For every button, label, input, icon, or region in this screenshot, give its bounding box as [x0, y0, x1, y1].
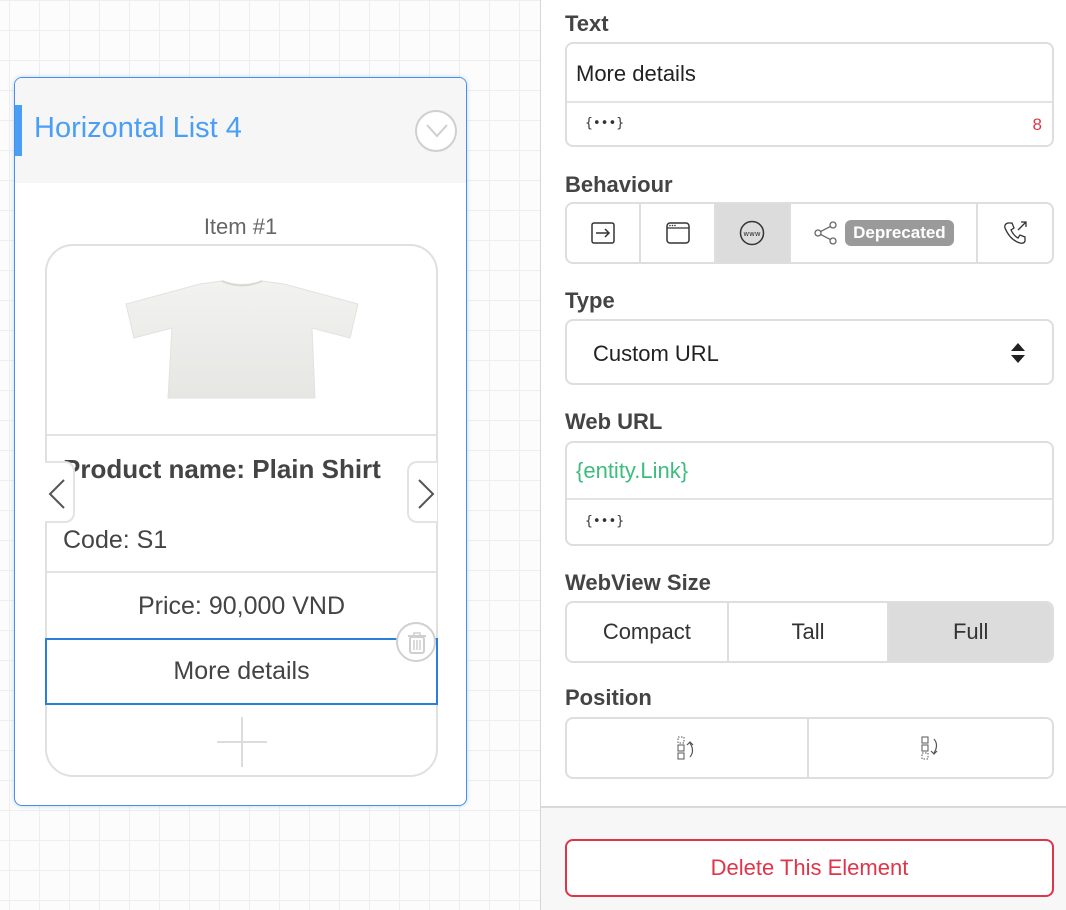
webview-size-label: WebView Size [565, 570, 711, 595]
type-label: Type [565, 288, 615, 313]
card-header: Horizontal List 4 [15, 78, 466, 183]
window-behaviour-button[interactable] [641, 204, 716, 262]
size-option-compact[interactable]: Compact [567, 603, 729, 661]
position-selector [565, 717, 1054, 779]
phone-behaviour-button[interactable] [978, 204, 1052, 262]
web-url-label: Web URL [565, 409, 663, 434]
text-field[interactable]: More details {•••} 8 [565, 42, 1054, 147]
type-selected-value: Custom URL [593, 341, 719, 366]
window-icon [665, 222, 690, 244]
divider [47, 434, 436, 436]
move-down-button[interactable] [809, 719, 1052, 777]
delete-element-button[interactable]: Delete This Element [565, 839, 1054, 897]
web-behaviour-button[interactable]: www [715, 204, 792, 262]
plus-icon [217, 717, 267, 767]
web-url-field[interactable]: {entity.Link} {•••} [565, 441, 1054, 546]
panel-footer: Delete This Element [541, 808, 1066, 910]
text-label: Text [565, 11, 609, 36]
product-image[interactable] [47, 246, 436, 436]
share-behaviour-button[interactable]: Deprecated [791, 204, 978, 262]
properties-panel: Text More details {•••} 8 Behaviour www … [541, 0, 1066, 910]
select-arrows-icon [1011, 343, 1025, 363]
chevron-down-icon [426, 124, 448, 138]
svg-text:www: www [744, 230, 761, 238]
shirt-image [125, 280, 359, 399]
character-counter: 8 [1032, 115, 1042, 134]
size-option-tall[interactable]: Tall [729, 603, 890, 661]
delete-button-button[interactable] [396, 622, 436, 662]
horizontal-list-card[interactable]: Horizontal List 4 Item #1 Product name: … [14, 77, 467, 806]
behaviour-label: Behaviour [565, 172, 673, 197]
block-behaviour-button[interactable] [567, 204, 642, 262]
position-label: Position [565, 685, 652, 710]
more-details-button[interactable]: More details [45, 638, 438, 705]
card-title[interactable]: Horizontal List 4 [34, 112, 242, 145]
size-option-full[interactable]: Full [889, 603, 1052, 661]
move-down-icon [921, 736, 937, 760]
previous-item-button[interactable] [45, 461, 75, 523]
chevron-right-icon [418, 479, 435, 509]
web-url-input[interactable]: {entity.Link} [576, 458, 688, 484]
share-icon [814, 221, 837, 245]
chevron-left-icon [48, 479, 65, 509]
header-accent-bar [15, 105, 22, 156]
list-item-card[interactable]: Product name: Plain Shirt Code: S1 Price… [45, 244, 438, 777]
text-input[interactable]: More details [576, 61, 696, 87]
move-up-button[interactable] [567, 719, 810, 777]
product-price[interactable]: Price: 90,000 VND [47, 592, 436, 621]
variable-insert-icon[interactable]: {•••} [585, 514, 624, 529]
item-label: Item #1 [203, 214, 278, 239]
collapse-toggle[interactable] [415, 110, 457, 152]
arrow-to-block-icon [591, 222, 615, 244]
builder-canvas: Horizontal List 4 Item #1 Product name: … [0, 0, 540, 910]
type-select[interactable]: Custom URL [565, 319, 1054, 385]
divider [47, 571, 436, 573]
webview-size-selector: Compact Tall Full [565, 601, 1054, 663]
behaviour-selector: www Deprecated [565, 202, 1054, 264]
move-up-icon [677, 736, 694, 760]
divider [567, 101, 1052, 103]
divider [567, 498, 1052, 500]
add-button[interactable] [216, 716, 268, 773]
next-item-button[interactable] [407, 461, 437, 523]
product-code[interactable]: Code: S1 [63, 526, 167, 555]
trash-icon [408, 632, 426, 654]
web-icon: www [740, 220, 765, 246]
variable-insert-icon[interactable]: {•••} [585, 116, 624, 131]
product-name[interactable]: Product name: Plain Shirt [63, 454, 381, 485]
deprecated-badge: Deprecated [845, 220, 954, 246]
phone-icon [1003, 221, 1027, 244]
